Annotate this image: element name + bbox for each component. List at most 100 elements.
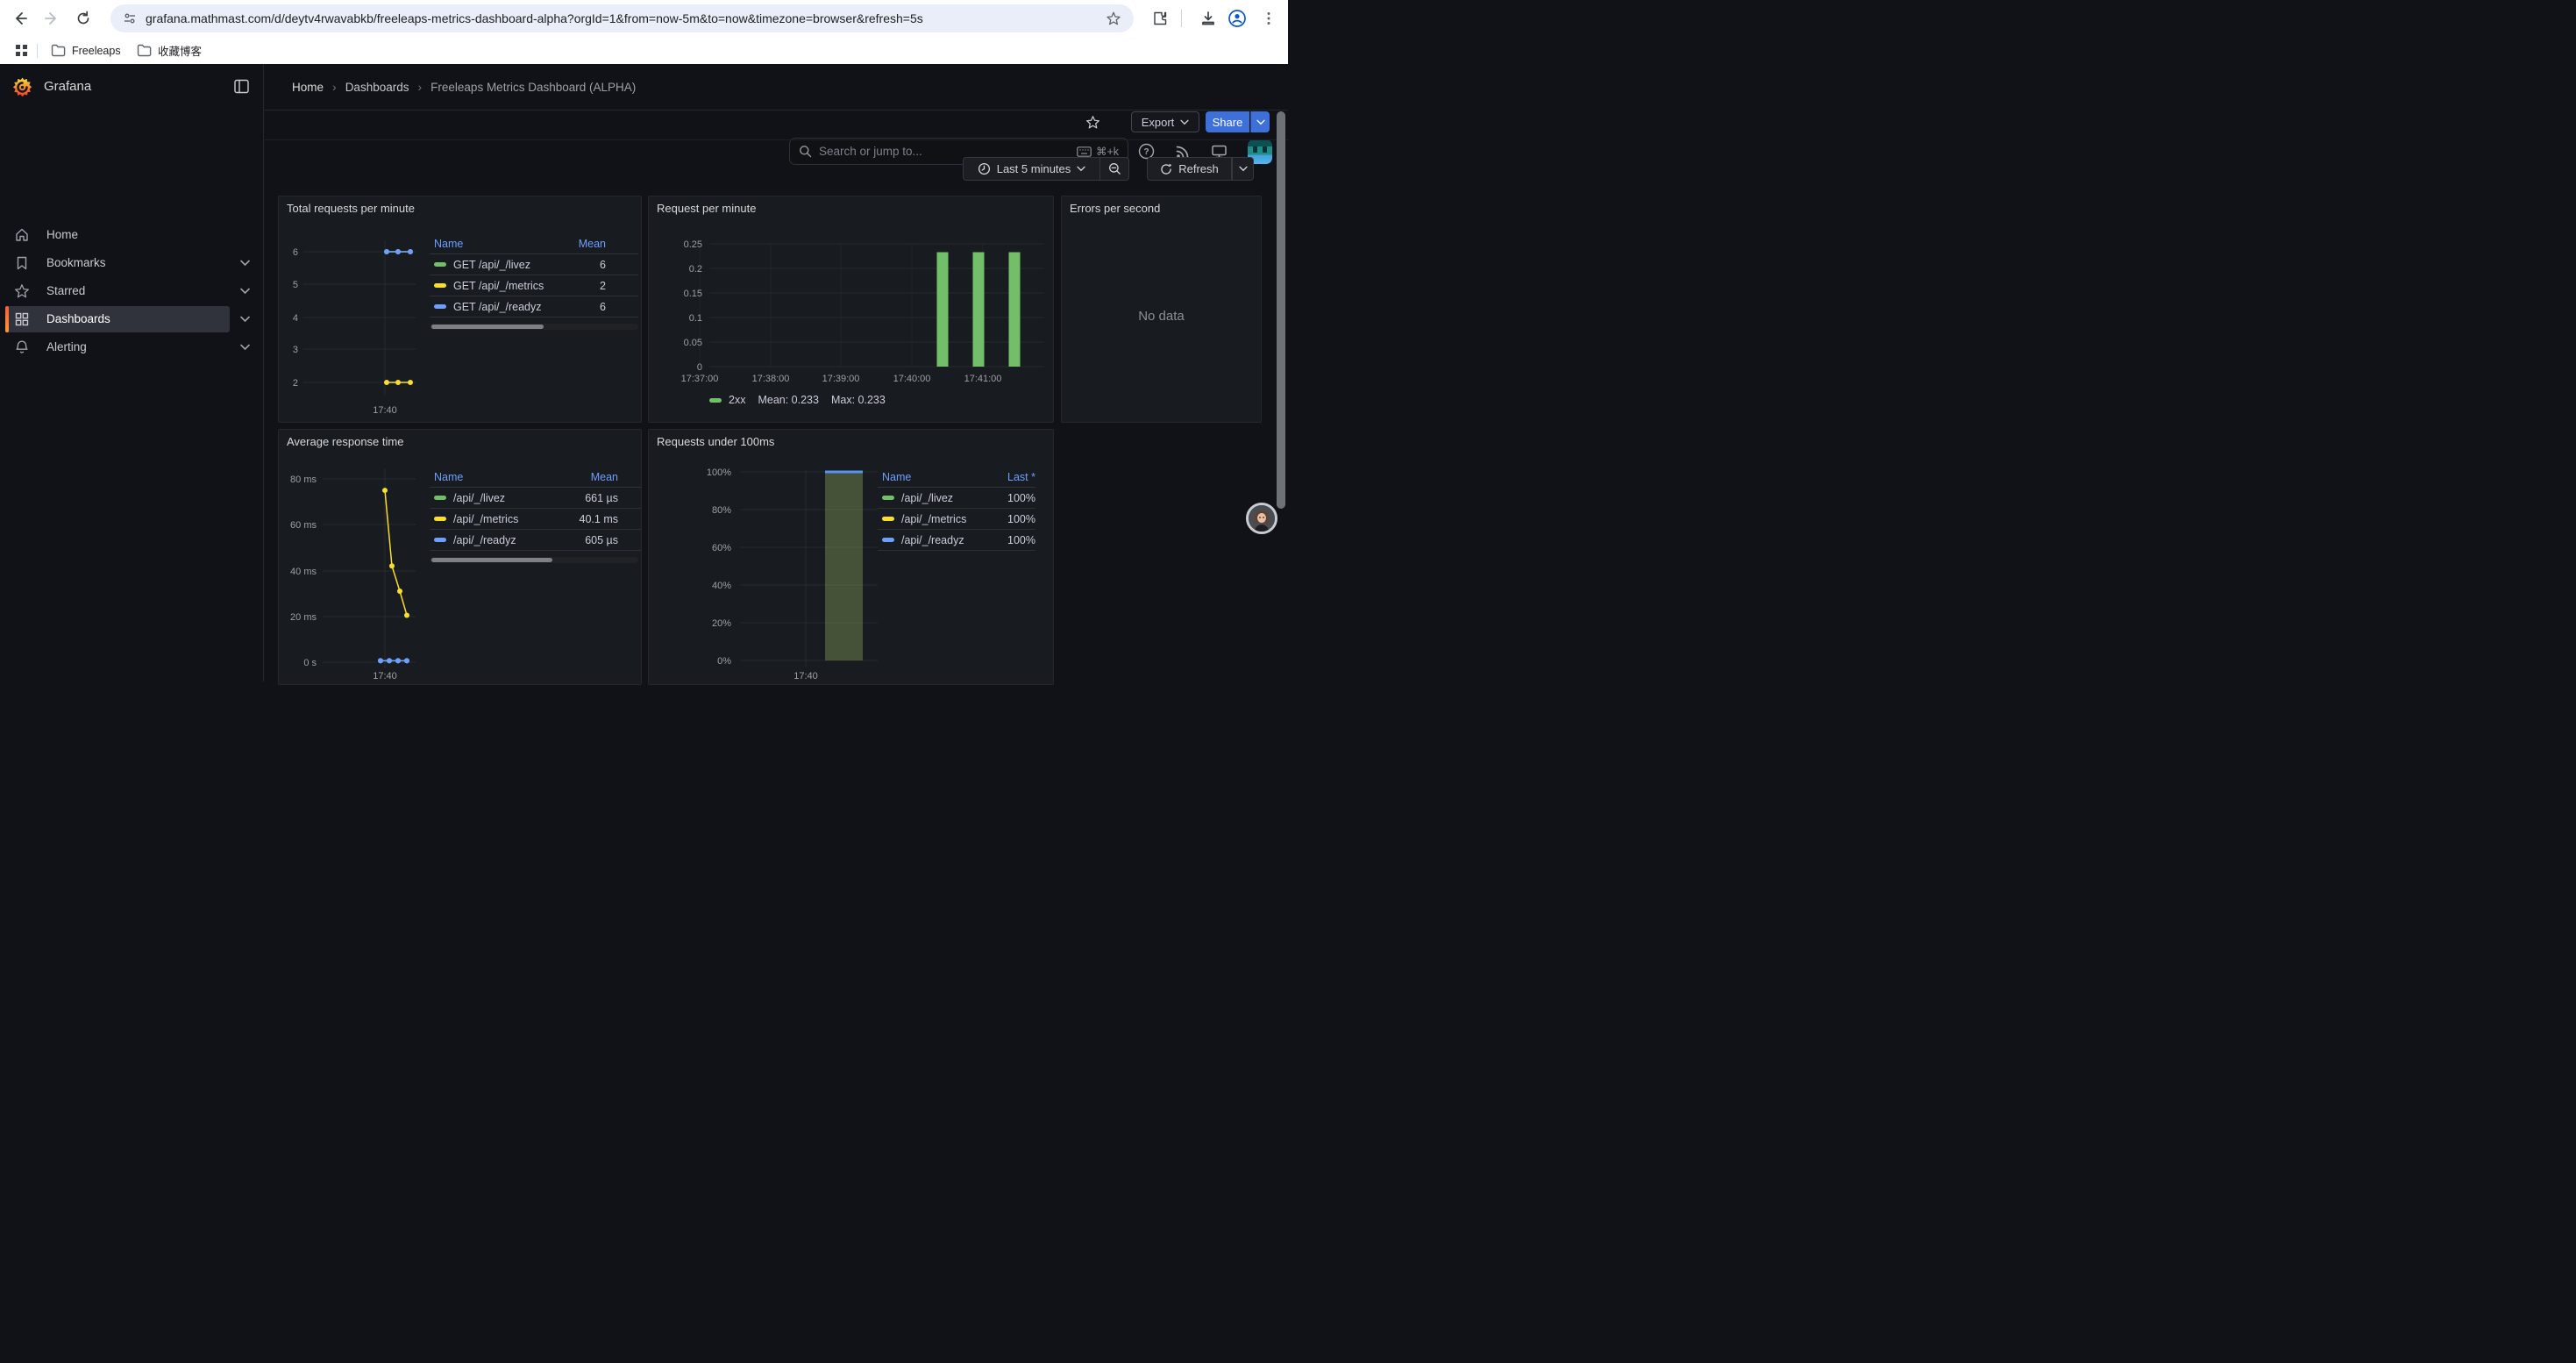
svg-text:0.1: 0.1	[689, 313, 702, 324]
time-range-picker[interactable]: Last 5 minutes	[963, 157, 1100, 181]
svg-text:0.15: 0.15	[684, 289, 702, 299]
sidebar-item-dashboards[interactable]: Dashboards	[0, 306, 263, 332]
share-button[interactable]: Share	[1206, 111, 1249, 132]
svg-text:0.2: 0.2	[689, 264, 702, 275]
sidebar-item-alerting[interactable]: Alerting	[0, 334, 263, 360]
legend-col-name[interactable]: Name	[434, 471, 557, 483]
panel-title[interactable]: Average response time	[287, 435, 403, 448]
legend-col-last[interactable]: Last *	[983, 471, 1035, 483]
legend-row[interactable]: /api/_/readyz 605 µs 620 µs	[430, 530, 642, 551]
clock-icon	[978, 162, 991, 175]
chevron-down-icon[interactable]	[240, 316, 250, 323]
bookmark-folder-blogs[interactable]: 收藏博客	[132, 40, 207, 61]
sidebar-item-label: Bookmarks	[46, 256, 106, 269]
legend-row[interactable]: /api/_/livez 661 µs 646 µs	[430, 488, 642, 509]
breadcrumb-home[interactable]: Home	[292, 81, 324, 94]
downloads-icon[interactable]	[1196, 6, 1220, 31]
scrollbar-thumb[interactable]	[431, 325, 544, 329]
zoom-out-icon[interactable]	[1099, 157, 1129, 181]
share-menu-button[interactable]	[1250, 111, 1270, 132]
svg-text:20%: 20%	[712, 618, 731, 629]
chart-request-per-minute[interactable]: 0.250.20.150.10.05017:37:0017:38:0017:39…	[649, 196, 1054, 423]
profile-icon[interactable]	[1225, 6, 1249, 31]
series-swatch	[434, 496, 446, 500]
legend-row[interactable]: /api/_/metrics 100%	[878, 509, 1035, 530]
sidebar-item-starred[interactable]: Starred	[0, 278, 263, 304]
chevron-right-icon: ›	[332, 80, 337, 94]
grafana-logo-icon[interactable]	[11, 76, 33, 98]
chevron-down-icon	[1256, 119, 1265, 125]
breadcrumb-current: Freeleaps Metrics Dashboard (ALPHA)	[431, 81, 636, 94]
panel-request-per-minute: Request per minute 0.250.20.150.10.05017…	[648, 196, 1054, 423]
reload-icon[interactable]	[71, 6, 96, 31]
bookmarks-bar: Freeleaps 收藏博客	[0, 37, 1288, 64]
back-icon[interactable]	[8, 6, 32, 31]
sidebar-item-label: Home	[46, 228, 78, 241]
legend-scrollbar[interactable]	[430, 324, 638, 330]
bookmark-label: 收藏博客	[158, 42, 202, 59]
refresh-interval-button[interactable]	[1232, 157, 1254, 181]
favorite-star-icon[interactable]	[1085, 115, 1100, 130]
home-icon	[14, 227, 30, 243]
svg-text:2: 2	[293, 378, 298, 389]
chevron-down-icon[interactable]	[240, 288, 250, 295]
active-highlight	[5, 306, 230, 332]
page-scrollbar-thumb[interactable]	[1277, 111, 1285, 509]
bookmark-folder-freeleaps[interactable]: Freeleaps	[46, 40, 126, 61]
chevron-down-icon[interactable]	[240, 344, 250, 351]
svg-text:17:41:00: 17:41:00	[964, 374, 1002, 384]
legend-row[interactable]: /api/_/metrics 40.1 ms 20.5 ms	[430, 509, 642, 530]
series-swatch	[434, 304, 446, 309]
bookmark-icon	[14, 255, 30, 271]
bookmark-label: Freeleaps	[72, 45, 121, 57]
panel-title[interactable]: Request per minute	[657, 202, 756, 215]
sidebar-item-label: Dashboards	[46, 312, 110, 325]
panel-average-response-time: Average response time 80 ms60 ms40 ms20 …	[278, 429, 642, 685]
legend-col-last[interactable]: Last *	[618, 471, 642, 483]
breadcrumb: Home › Dashboards › Freeleaps Metrics Da…	[292, 64, 636, 110]
export-button[interactable]: Export	[1131, 111, 1199, 132]
address-bar[interactable]: grafana.mathmast.com/d/deytv4rwavabkb/fr…	[110, 4, 1134, 32]
url-text[interactable]: grafana.mathmast.com/d/deytv4rwavabkb/fr…	[146, 11, 1106, 25]
legend-col-name[interactable]: Name	[434, 238, 553, 250]
legend-header: Name Last *	[878, 467, 1035, 488]
svg-text:3: 3	[293, 345, 298, 355]
chevron-down-icon[interactable]	[240, 260, 250, 267]
browser-menu-icon[interactable]	[1256, 6, 1281, 31]
collapse-sidebar-icon[interactable]	[233, 78, 250, 95]
svg-text:80%: 80%	[712, 505, 731, 516]
legend-row[interactable]: GET /api/_/readyz 6	[430, 296, 638, 318]
star-icon	[14, 283, 30, 299]
legend-row[interactable]: GET /api/_/livez 6	[430, 254, 638, 275]
legend-row[interactable]: /api/_/livez 100%	[878, 488, 1035, 509]
refresh-button[interactable]: Refresh	[1147, 157, 1232, 181]
apps-grid-icon[interactable]	[9, 40, 34, 61]
svg-text:0.05: 0.05	[684, 338, 702, 348]
bookmark-star-icon[interactable]	[1106, 11, 1121, 26]
no-data-message: No data	[1062, 309, 1261, 324]
scrollbar-thumb[interactable]	[431, 558, 552, 562]
legend-col-mean[interactable]: Mean	[553, 238, 606, 250]
legend-row[interactable]: /api/_/readyz 100%	[878, 530, 1035, 551]
sidebar-item-bookmarks[interactable]: Bookmarks	[0, 250, 263, 276]
breadcrumb-dashboards[interactable]: Dashboards	[345, 81, 409, 94]
extensions-icon[interactable]	[1148, 6, 1172, 31]
legend-table: Name Last * /api/_/livez 100% /api/_/met…	[878, 467, 1035, 551]
legend-col-name[interactable]: Name	[882, 471, 983, 483]
assistant-avatar[interactable]	[1246, 503, 1277, 534]
legend-row[interactable]: GET /api/_/metrics 2	[430, 275, 638, 296]
sidebar-item-label: Starred	[46, 284, 85, 297]
forward-icon[interactable]	[39, 6, 64, 31]
panel-title[interactable]: Errors per second	[1070, 202, 1160, 215]
chevron-down-icon	[1180, 119, 1189, 125]
panel-title[interactable]: Requests under 100ms	[657, 435, 774, 448]
legend-inline[interactable]: 2xx Mean: 0.233 Max: 0.233	[709, 394, 886, 406]
legend-col-mean[interactable]: Mean	[557, 471, 618, 483]
sidebar-item-home[interactable]: Home	[0, 222, 263, 248]
dashboards-icon	[14, 311, 30, 327]
bookmarks-divider	[37, 44, 38, 58]
svg-text:17:40: 17:40	[793, 671, 818, 682]
panel-title[interactable]: Total requests per minute	[287, 202, 415, 215]
legend-scrollbar[interactable]	[430, 557, 638, 563]
site-settings-icon[interactable]	[123, 11, 137, 25]
